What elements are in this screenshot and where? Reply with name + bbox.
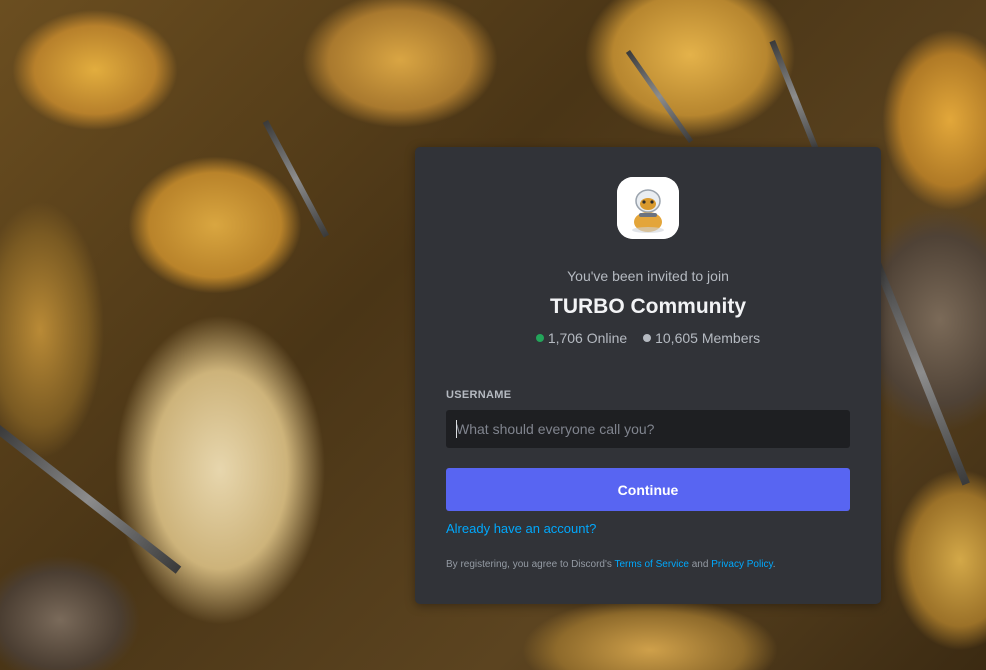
invite-card: You've been invited to join TURBO Commun… (415, 147, 881, 604)
online-status-icon (535, 334, 544, 342)
server-stats: 1,706 Online 10,605 Members (415, 330, 881, 346)
terms-of-service-link[interactable]: Terms of Service (614, 559, 688, 570)
legal-notice: By registering, you agree to Discord's T… (446, 559, 866, 570)
toad-astronaut-icon (617, 177, 679, 239)
spear-decoration (769, 40, 820, 154)
text-cursor (456, 420, 457, 438)
spear-decoration (262, 120, 330, 238)
spear-decoration (872, 260, 970, 486)
online-count: 1,706 Online (547, 330, 628, 346)
members-stat: 10,605 Members (643, 330, 760, 346)
login-link[interactable]: Already have an account? (446, 521, 596, 536)
spear-decoration (0, 425, 182, 574)
privacy-policy-link[interactable]: Privacy Policy (711, 559, 773, 570)
username-label: USERNAME (446, 389, 512, 401)
online-stat: 1,706 Online (535, 330, 628, 346)
username-input[interactable] (446, 410, 850, 448)
member-count: 10,605 Members (655, 330, 761, 346)
server-icon (617, 177, 679, 239)
legal-prefix: By registering, you agree to Discord's (446, 559, 615, 570)
legal-suffix: . (772, 559, 776, 570)
legal-middle: and (688, 559, 712, 570)
invite-intro-text: You've been invited to join (567, 268, 729, 284)
server-name: TURBO Community (550, 295, 746, 318)
continue-button[interactable]: Continue (446, 468, 850, 511)
members-status-icon (643, 334, 652, 342)
spear-decoration (625, 50, 694, 143)
